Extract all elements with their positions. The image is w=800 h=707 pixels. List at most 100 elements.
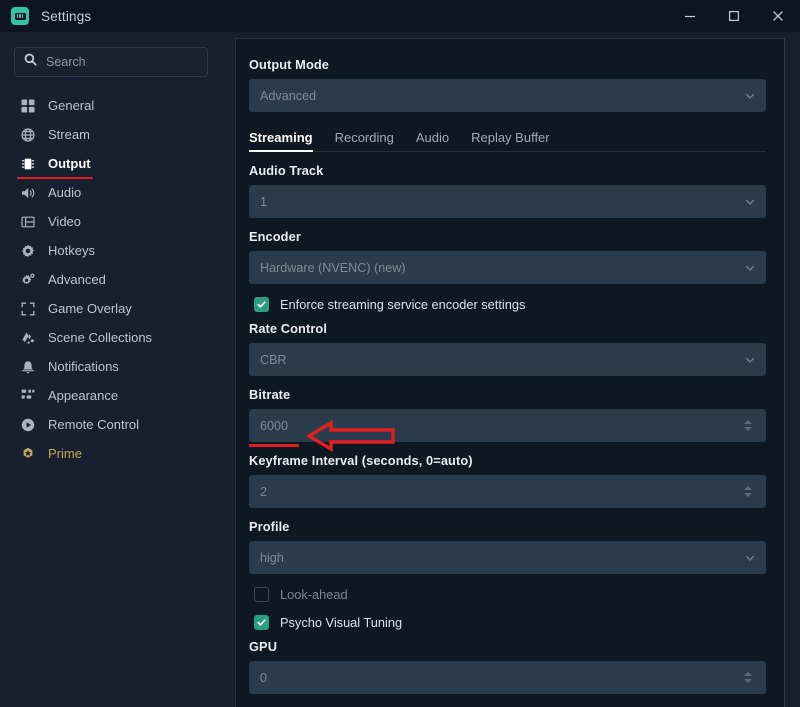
bell-icon [20, 359, 35, 374]
sidebar-item-general[interactable]: General [0, 91, 222, 120]
title-bar: Settings [0, 0, 800, 32]
sidebar-item-label: Advanced [48, 272, 106, 287]
settings-window: Settings Search General Stream Output Au… [0, 0, 800, 707]
video-icon [20, 214, 35, 229]
gpu-label: GPU [249, 639, 278, 654]
enforce-encoder-settings-checkbox[interactable] [254, 297, 269, 312]
keyframe-interval-input[interactable]: 2 [249, 475, 766, 508]
sidebar-item-audio[interactable]: Audio [0, 178, 222, 207]
sidebar-item-advanced[interactable]: Advanced [0, 265, 222, 294]
sidebar-item-output[interactable]: Output [0, 149, 222, 179]
tab-replay-buffer[interactable]: Replay Buffer [471, 130, 550, 152]
sidebar-item-remote-control[interactable]: Remote Control [0, 410, 222, 439]
globe-icon [20, 127, 35, 142]
chevron-down-icon [744, 90, 756, 102]
sidebar-item-label: Output [48, 156, 91, 171]
bitrate-input[interactable]: 6000 [249, 409, 766, 442]
sidebar-item-label: Remote Control [48, 417, 140, 432]
window-title: Settings [41, 8, 92, 24]
sidebar-item-video[interactable]: Video [0, 207, 222, 236]
rate-control-select[interactable]: CBR [249, 343, 766, 376]
sidebar-item-label: Hotkeys [48, 243, 95, 258]
sidebar-nav: General Stream Output Audio Video Hotkey… [0, 91, 222, 468]
encoder-value: Hardware (NVENC) (new) [260, 260, 406, 275]
sidebar-item-label: Prime [48, 446, 82, 461]
main-panel-wrapper: Output Mode Advanced Streaming Recording… [222, 32, 800, 707]
sidebar-item-label: Scene Collections [48, 330, 153, 345]
look-ahead-checkbox[interactable] [254, 587, 269, 602]
keyframe-interval-stepper[interactable] [742, 480, 756, 504]
sidebar-item-label: Appearance [48, 388, 119, 403]
search-box[interactable] [14, 47, 208, 77]
sidebar: General Stream [0, 32, 222, 707]
tab-streaming[interactable]: Streaming [249, 130, 313, 152]
tab-audio[interactable]: Audio [416, 130, 449, 152]
sidebar-item-label: Stream [48, 127, 90, 142]
profile-value: high [260, 550, 284, 565]
encoder-label: Encoder [249, 229, 301, 244]
chevron-down-icon [744, 262, 756, 274]
prime-star-icon [20, 446, 35, 461]
gpu-value: 0 [260, 670, 268, 685]
streamlabs-icon [11, 7, 29, 25]
sidebar-item-scene-collections[interactable]: Scene Collections [0, 323, 222, 352]
sidebar-item-stream[interactable]: Stream [0, 120, 222, 149]
output-tabs: Streaming Recording Audio Replay Buffer [249, 130, 766, 152]
output-mode-label: Output Mode [249, 57, 329, 72]
sidebar-item-notifications[interactable]: Notifications [0, 352, 222, 381]
output-mode-select[interactable]: Advanced [249, 79, 766, 112]
gears-icon [20, 272, 35, 287]
tab-recording[interactable]: Recording [335, 130, 394, 152]
audio-track-value: 1 [260, 194, 268, 209]
audio-track-label: Audio Track [249, 163, 324, 178]
chevron-down-icon [744, 196, 756, 208]
sidebar-item-label: Notifications [48, 359, 119, 374]
grid-icon [20, 98, 35, 113]
keyframe-interval-value: 2 [260, 484, 268, 499]
maximize-icon[interactable] [712, 0, 756, 32]
encoder-select[interactable]: Hardware (NVENC) (new) [249, 251, 766, 284]
enforce-encoder-settings-row[interactable]: Enforce streaming service encoder settin… [254, 297, 766, 312]
chevron-down-icon [744, 354, 756, 366]
search-icon [24, 53, 37, 71]
bitrate-value: 6000 [260, 418, 289, 433]
enforce-encoder-settings-label: Enforce streaming service encoder settin… [280, 297, 526, 312]
psycho-visual-tuning-checkbox[interactable] [254, 615, 269, 630]
output-mode-value: Advanced [260, 88, 317, 103]
rate-control-label: Rate Control [249, 321, 327, 336]
sidebar-item-appearance[interactable]: Appearance [0, 381, 222, 410]
chevron-down-icon [744, 552, 756, 564]
chip-icon [20, 156, 35, 171]
gpu-input[interactable]: 0 [249, 661, 766, 694]
window-controls [668, 0, 800, 32]
bitrate-stepper[interactable] [742, 414, 756, 438]
minimize-icon[interactable] [668, 0, 712, 32]
sidebar-item-label: General [48, 98, 95, 113]
close-icon[interactable] [756, 0, 800, 32]
layers-icon [20, 330, 35, 345]
look-ahead-row[interactable]: Look-ahead [254, 587, 766, 602]
audio-track-select[interactable]: 1 [249, 185, 766, 218]
look-ahead-label: Look-ahead [280, 587, 348, 602]
gpu-stepper[interactable] [742, 666, 756, 690]
psycho-visual-tuning-row[interactable]: Psycho Visual Tuning [254, 615, 766, 630]
sidebar-item-hotkeys[interactable]: Hotkeys [0, 236, 222, 265]
search-input[interactable] [46, 55, 198, 69]
appearance-icon [20, 388, 35, 403]
bitrate-label: Bitrate [249, 387, 291, 402]
profile-select[interactable]: high [249, 541, 766, 574]
sidebar-item-game-overlay[interactable]: Game Overlay [0, 294, 222, 323]
sidebar-item-label: Audio [48, 185, 82, 200]
expand-icon [20, 301, 35, 316]
play-circle-icon [20, 417, 35, 432]
bitrate-underline-annotation [249, 444, 299, 447]
sidebar-item-label: Game Overlay [48, 301, 132, 316]
psycho-visual-tuning-label: Psycho Visual Tuning [280, 615, 403, 630]
sidebar-item-prime[interactable]: Prime [0, 439, 222, 468]
keyframe-interval-label: Keyframe Interval (seconds, 0=auto) [249, 453, 473, 468]
gear-icon [20, 243, 35, 258]
sidebar-item-label: Video [48, 214, 82, 229]
profile-label: Profile [249, 519, 290, 534]
speaker-icon [20, 185, 35, 200]
rate-control-value: CBR [260, 352, 287, 367]
